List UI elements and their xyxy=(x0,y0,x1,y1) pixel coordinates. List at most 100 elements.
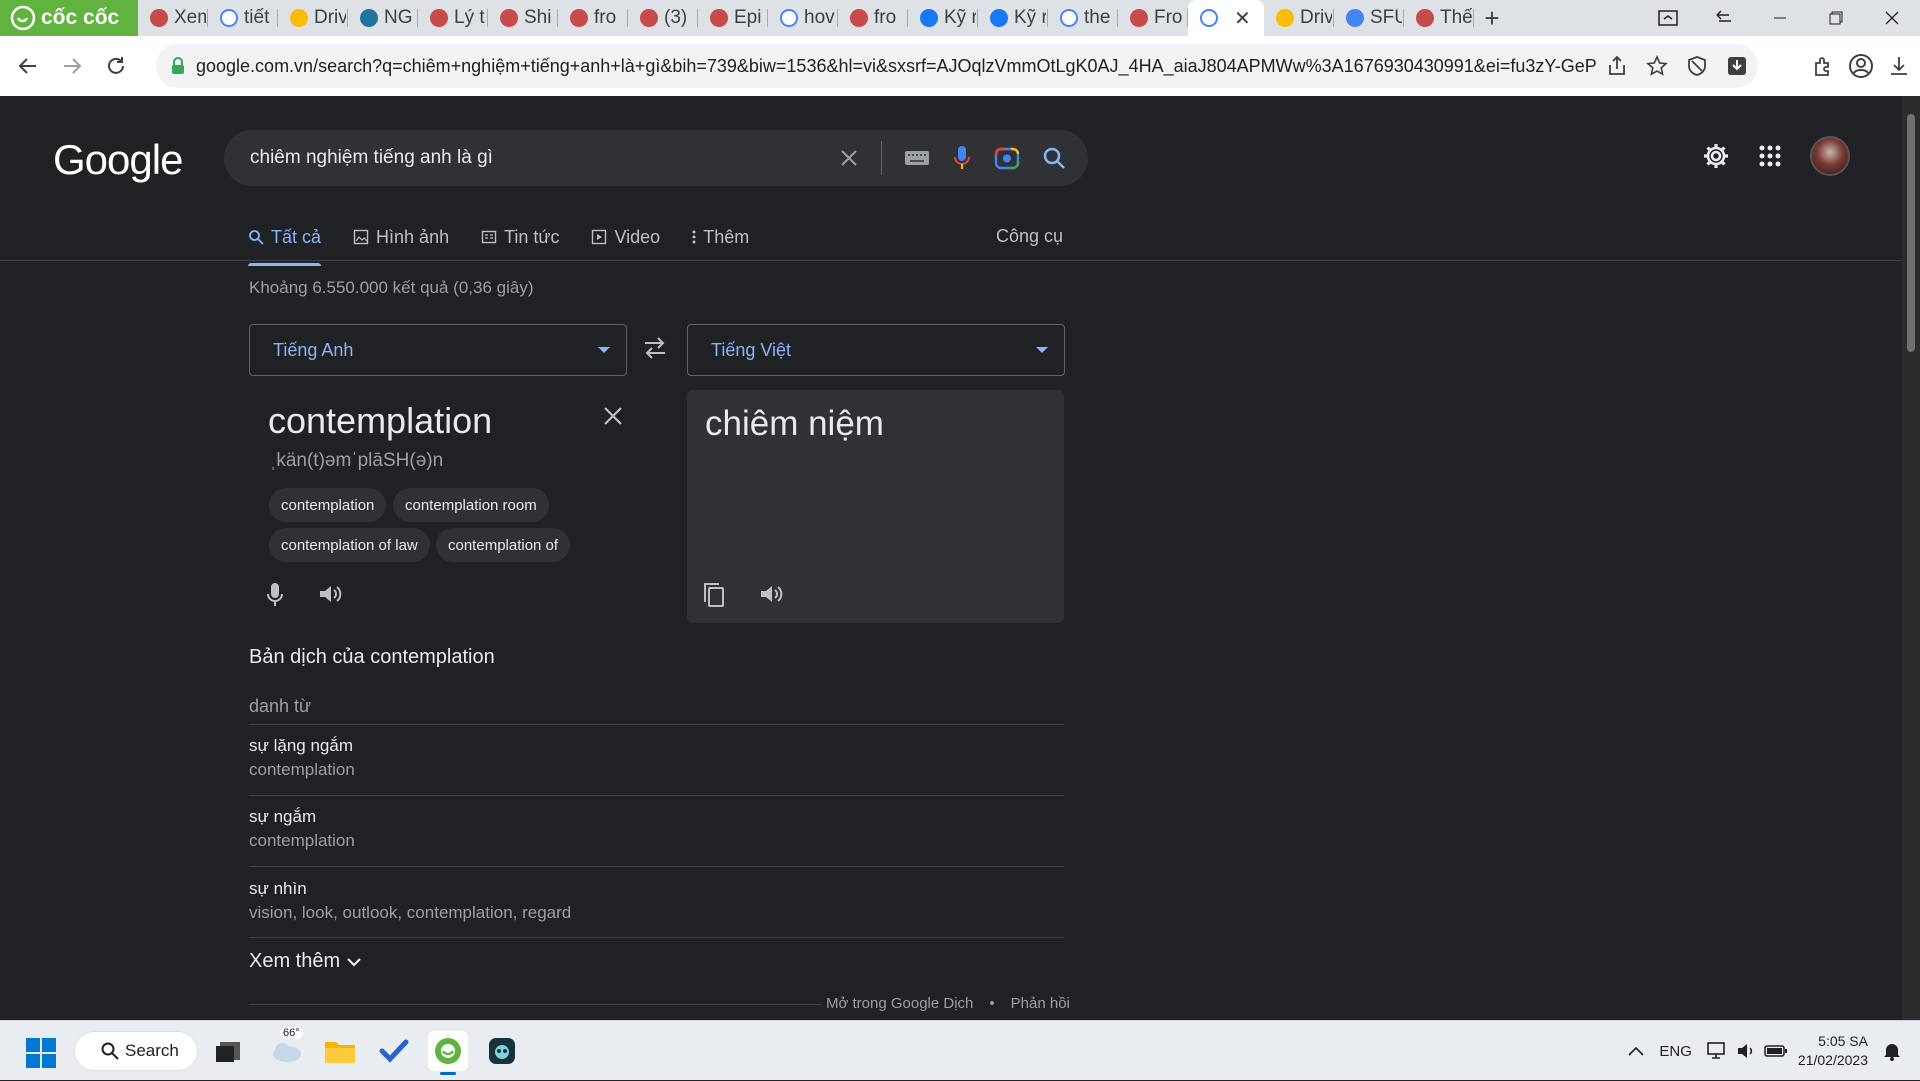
browser-tab[interactable]: fro xyxy=(838,0,908,36)
browser-tab[interactable]: the xyxy=(1048,0,1118,36)
chevron-up-icon[interactable] xyxy=(1627,1045,1645,1057)
chevron-down-icon xyxy=(347,957,361,967)
tab-search-button[interactable] xyxy=(1640,0,1696,36)
close-window-button[interactable] xyxy=(1864,0,1920,36)
notification-bell-icon[interactable] xyxy=(1882,1041,1902,1061)
volume-icon[interactable] xyxy=(1736,1042,1756,1060)
page-scrollbar[interactable] xyxy=(1902,96,1920,1020)
microphone-icon[interactable] xyxy=(266,582,284,608)
back-forward-cache-button[interactable] xyxy=(1696,0,1752,36)
search-submit-icon[interactable] xyxy=(1042,146,1066,170)
entry-word[interactable]: sự nhìn xyxy=(249,879,307,899)
account-avatar[interactable] xyxy=(1810,136,1850,176)
browser-tab[interactable]: Xem xyxy=(138,0,208,36)
target-language-select[interactable]: Tiếng Việt xyxy=(687,324,1065,376)
settings-gear-icon[interactable] xyxy=(1702,142,1730,170)
profile-icon[interactable] xyxy=(1848,53,1874,79)
taskbar-search-box[interactable]: Search xyxy=(74,1031,198,1071)
search-box[interactable]: chiêm nghiệm tiếng anh là gì xyxy=(224,130,1088,186)
suggestion-chip[interactable]: contemplation xyxy=(269,488,387,522)
browser-tab[interactable]: Driv xyxy=(1264,0,1334,36)
google-logo[interactable]: Google xyxy=(53,136,183,184)
network-icon[interactable] xyxy=(1706,1041,1728,1061)
browser-tab[interactable]: (3) xyxy=(628,0,698,36)
source-text[interactable]: contemplation xyxy=(268,400,492,442)
browser-tab-active[interactable]: ✕ xyxy=(1188,0,1264,36)
source-language-select[interactable]: Tiếng Anh xyxy=(249,324,627,376)
battery-icon[interactable] xyxy=(1764,1043,1788,1059)
downloads-icon[interactable] xyxy=(1888,55,1910,77)
browser-tab[interactable]: Kỹ r xyxy=(978,0,1048,36)
clear-source-icon[interactable] xyxy=(603,406,623,426)
browser-tab[interactable]: Fro xyxy=(1118,0,1188,36)
voice-search-mic-icon[interactable] xyxy=(952,145,972,171)
system-tray: ENG 5:05 SA 21/02/2023 xyxy=(1627,1021,1920,1081)
clock[interactable]: 5:05 SA 21/02/2023 xyxy=(1798,1032,1868,1070)
download-video-icon[interactable] xyxy=(1726,55,1748,77)
suggestion-chip[interactable]: contemplation room xyxy=(393,488,549,522)
tab-videos[interactable]: Video xyxy=(591,216,660,258)
browser-tab[interactable]: SFU xyxy=(1334,0,1404,36)
coccoc-menu-button[interactable]: cốc cốc xyxy=(0,0,138,36)
coccoc-taskbar-button[interactable] xyxy=(428,1031,468,1075)
copy-icon[interactable] xyxy=(703,582,725,608)
suggestion-chip[interactable]: contemplation of law xyxy=(269,528,430,562)
browser-tab[interactable]: NG xyxy=(348,0,418,36)
input-language[interactable]: ENG xyxy=(1659,1043,1692,1060)
entry-word[interactable]: sự lặng ngắm xyxy=(249,736,353,756)
browser-tab[interactable]: Shi xyxy=(488,0,558,36)
browser-tab[interactable]: Kỹ r xyxy=(908,0,978,36)
windows-taskbar: Search 66° ENG 5:05 SA 21/02/2023 xyxy=(0,1020,1920,1080)
tools-button[interactable]: Công cụ xyxy=(996,226,1063,247)
swap-languages-icon[interactable] xyxy=(643,337,667,359)
browser-tab[interactable]: Lý t xyxy=(418,0,488,36)
task-view-button[interactable] xyxy=(208,1031,248,1071)
scrollbar-thumb[interactable] xyxy=(1907,114,1915,352)
keyboard-icon[interactable] xyxy=(904,149,930,167)
new-tab-button[interactable]: + xyxy=(1474,0,1510,36)
pinned-app-button[interactable] xyxy=(482,1031,522,1071)
entry-word[interactable]: sự ngắm xyxy=(249,807,316,827)
browser-tab[interactable]: hov xyxy=(768,0,838,36)
restore-button[interactable] xyxy=(1808,0,1864,36)
speaker-listen-icon[interactable] xyxy=(318,582,344,606)
see-more-button[interactable]: Xem thêm xyxy=(249,950,362,973)
minimize-button[interactable] xyxy=(1752,0,1808,36)
close-tab-icon[interactable]: ✕ xyxy=(1234,6,1251,31)
browser-tab[interactable]: fro xyxy=(558,0,628,36)
address-bar[interactable]: google.com.vn/search?q=chiêm+nghiệm+tiến… xyxy=(156,44,1758,88)
feedback-link[interactable]: Phản hồi xyxy=(1011,995,1070,1012)
tab-images[interactable]: Hình ảnh xyxy=(353,216,449,258)
tab-all[interactable]: Tất cả xyxy=(248,216,322,266)
browser-tab[interactable]: tiết xyxy=(208,0,278,36)
entry-synonyms: contemplation xyxy=(249,831,355,850)
open-in-google-translate-link[interactable]: Mở trong Google Dịch xyxy=(826,995,973,1012)
bookmark-star-icon[interactable] xyxy=(1646,55,1668,77)
adblock-shield-icon[interactable] xyxy=(1686,55,1708,77)
google-apps-grid-icon[interactable] xyxy=(1758,144,1782,168)
search-query[interactable]: chiêm nghiệm tiếng anh là gì xyxy=(250,147,493,169)
tab-more[interactable]: Thêm xyxy=(692,216,749,258)
todo-app-button[interactable] xyxy=(374,1031,414,1071)
speaker-listen-icon[interactable] xyxy=(759,582,785,606)
extensions-puzzle-icon[interactable] xyxy=(1812,55,1834,77)
tab-title: hov xyxy=(804,7,835,28)
weather-widget[interactable]: 66° xyxy=(266,1027,306,1071)
google-lens-camera-icon[interactable] xyxy=(994,146,1020,170)
browser-tab[interactable]: Driv xyxy=(278,0,348,36)
tab-list: Xem tiết Driv NG Lý t Shi fro (3) Epi hov fro Kỹ r K… xyxy=(138,0,1474,36)
windows-start-icon[interactable] xyxy=(26,1038,56,1068)
tab-news[interactable]: Tin tức xyxy=(481,216,559,258)
tab-title: fro xyxy=(594,7,617,28)
browser-tab[interactable]: Thế xyxy=(1404,0,1474,36)
toolbar-right xyxy=(1812,44,1910,88)
back-button[interactable] xyxy=(6,44,50,88)
browser-tab[interactable]: Epi xyxy=(698,0,768,36)
suggestion-chip[interactable]: contemplation of xyxy=(436,528,571,562)
share-icon[interactable] xyxy=(1606,55,1628,77)
facebook-icon xyxy=(990,9,1008,27)
file-explorer-button[interactable] xyxy=(320,1031,360,1071)
clear-search-icon[interactable] xyxy=(839,148,859,168)
reload-button[interactable] xyxy=(94,44,138,88)
forward-button[interactable] xyxy=(50,44,94,88)
